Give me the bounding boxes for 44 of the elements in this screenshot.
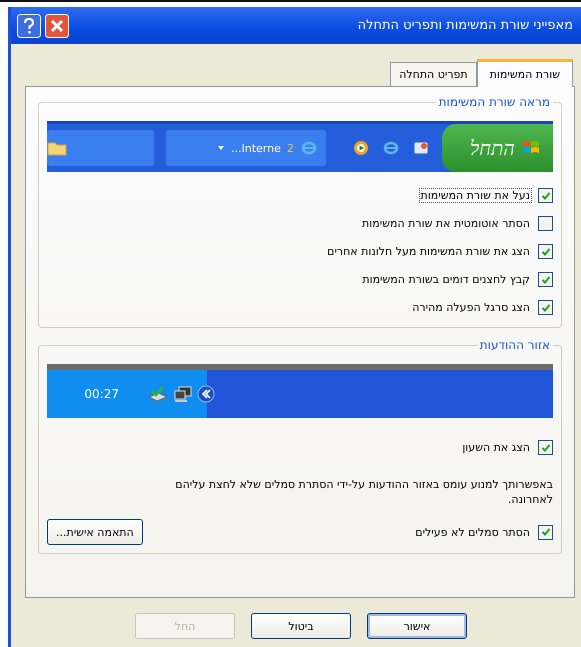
checkbox-label: הסתר אוטומטית את שורת המשימות <box>361 216 531 231</box>
help-icon[interactable] <box>17 14 41 38</box>
close-icon[interactable] <box>45 14 69 38</box>
browser-e-icon <box>382 139 400 157</box>
checkbox[interactable] <box>538 188 553 203</box>
folder-icon <box>47 140 67 156</box>
start-label: התחל <box>470 136 515 160</box>
checkbox-label: נעל את שורת המשימות <box>418 188 532 203</box>
check-icon <box>540 246 550 256</box>
description-text: באפשרותך למנוע עומס באזור ההודעות על-ידי הסתרת סמלים שלא לחצת עליהם לאחרונה. <box>174 477 553 507</box>
tab[interactable]: תפריט התחלה <box>390 62 477 86</box>
checkbox-label: קבץ לחצנים דומים בשורת המשימות <box>361 272 531 287</box>
printer-check-icon <box>147 385 169 403</box>
network-computers-icon <box>173 385 193 403</box>
dialog-button[interactable]: ביטול <box>251 613 351 639</box>
check-icon <box>540 527 550 537</box>
checkbox[interactable] <box>538 272 553 287</box>
window-title: מאפייני שורת המשימות ותפריט התחלה <box>358 18 573 33</box>
chevron-button-icon <box>197 385 215 403</box>
checkbox[interactable] <box>538 216 553 231</box>
checkbox-label: הצג את שורת המשימות מעל חלונות אחרים <box>326 244 531 259</box>
checkbox[interactable] <box>538 440 553 455</box>
tab[interactable]: שורת המשימות <box>476 59 573 87</box>
task-label: Interne... <box>231 142 281 154</box>
group-title: מראה שורת המשימות <box>438 95 551 109</box>
clock-text: 00:27 <box>84 387 119 401</box>
checkbox-label: הסתר סמלים לא פעילים <box>414 524 531 540</box>
group-title: אזור ההודעות <box>478 338 551 352</box>
dialog-button[interactable]: אישור <box>367 613 467 639</box>
checkbox[interactable] <box>538 300 553 315</box>
check-icon <box>540 302 550 312</box>
checkbox[interactable] <box>538 524 553 540</box>
checkbox-label: הצג סרגל הפעלה מהירה <box>411 300 531 315</box>
browser-e-icon <box>300 139 318 157</box>
checkbox-label: הצג את השעון <box>461 440 531 455</box>
check-icon <box>540 190 550 200</box>
check-icon <box>540 442 550 452</box>
check-icon <box>540 274 550 284</box>
checkbox[interactable] <box>538 244 553 259</box>
media-player-icon <box>352 139 370 157</box>
desktop-icon <box>412 139 430 157</box>
task-count: 2 <box>286 142 294 154</box>
customize-button[interactable]: התאמה אישית... <box>47 519 143 545</box>
caret-icon <box>217 144 226 152</box>
